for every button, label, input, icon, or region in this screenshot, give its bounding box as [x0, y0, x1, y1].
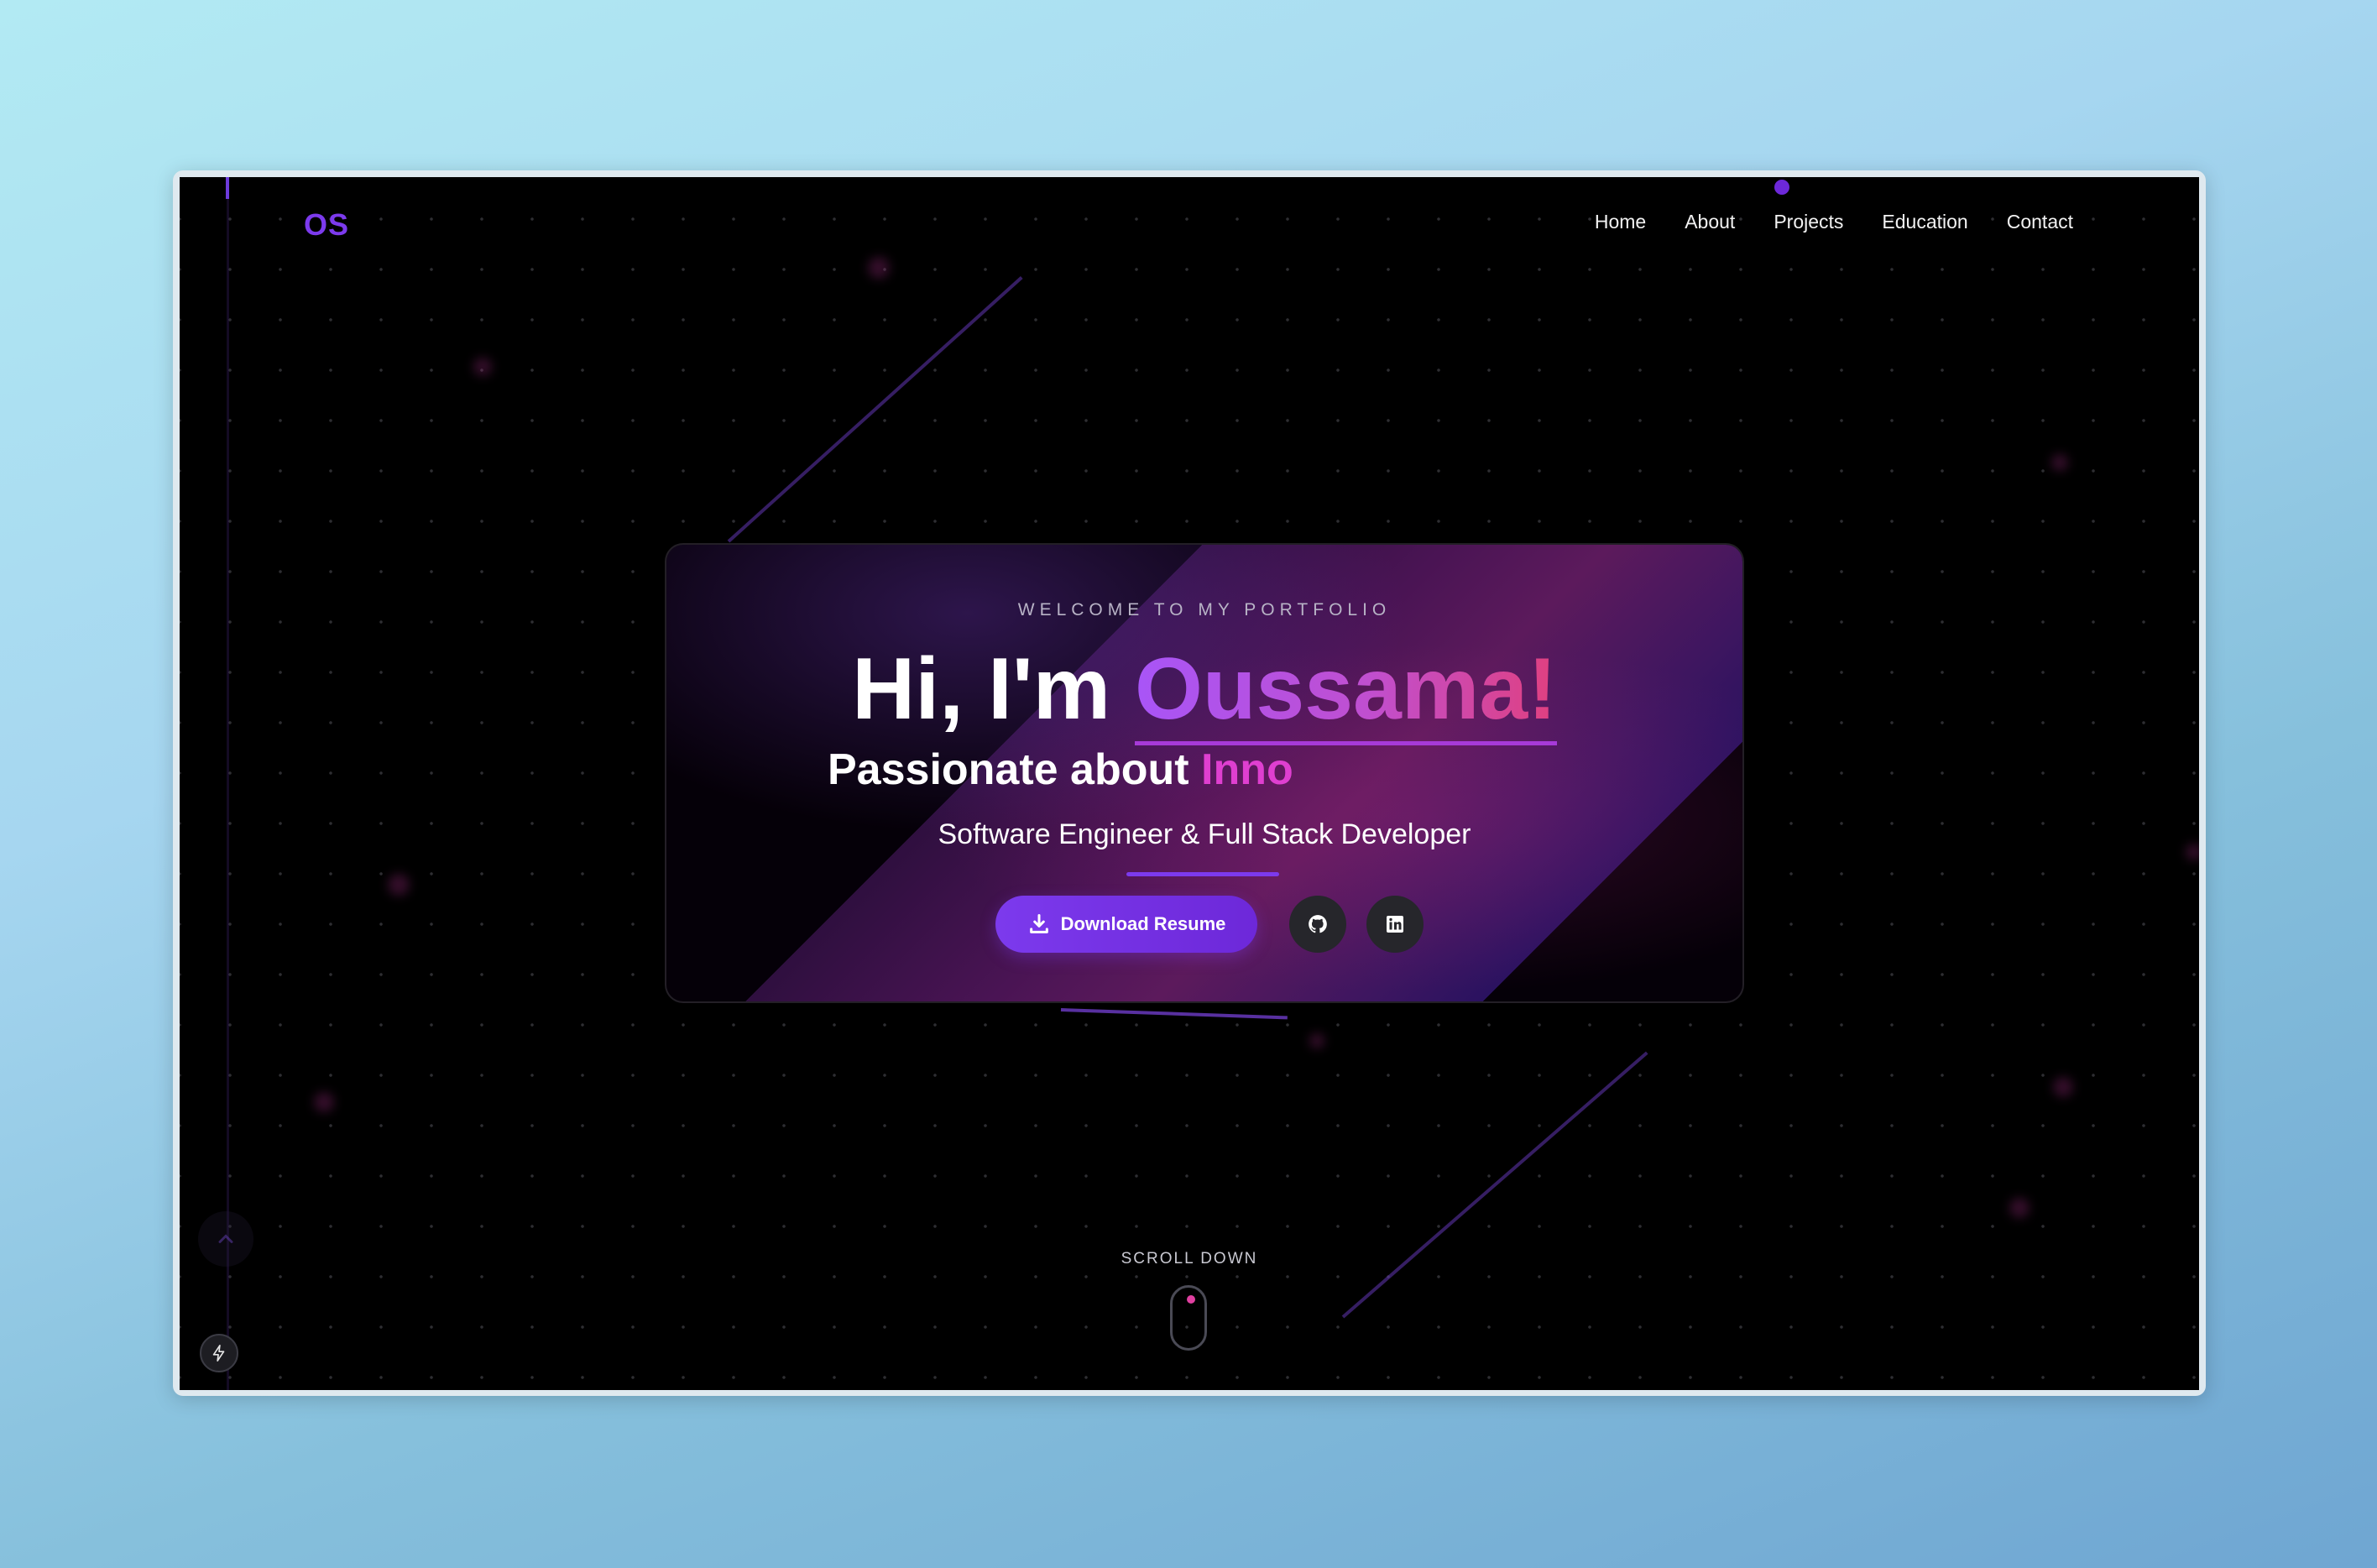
lightning-icon — [212, 1345, 225, 1362]
download-resume-button[interactable]: Download Resume — [995, 896, 1257, 953]
decor-glow — [314, 1092, 334, 1112]
scroll-mouse-dot — [1187, 1295, 1195, 1304]
decor-glow — [388, 874, 410, 896]
theme-toggle-button[interactable] — [200, 1334, 238, 1372]
decor-glow — [1309, 1033, 1324, 1048]
linkedin-button[interactable] — [1366, 896, 1424, 953]
hero-divider — [1126, 872, 1279, 876]
nav-about[interactable]: About — [1685, 211, 1735, 233]
linkedin-icon — [1387, 916, 1403, 933]
scroll-to-top-button[interactable] — [198, 1211, 253, 1267]
decor-glow — [2009, 1198, 2030, 1218]
hero-card: WELCOME TO MY PORTFOLIO Hi, I'm Oussama!… — [665, 543, 1744, 1003]
nav-projects[interactable]: Projects — [1774, 211, 1843, 233]
chevron-up-icon — [218, 1234, 233, 1243]
decor-line — [727, 276, 1023, 543]
decor-glow — [473, 358, 492, 376]
page-viewport: OS Home About Projects Education Contact… — [180, 177, 2199, 1390]
github-icon — [1309, 915, 1327, 933]
site-logo[interactable]: OS — [304, 207, 349, 243]
decor-glow — [2186, 844, 2199, 860]
decor-glow — [2051, 454, 2068, 471]
decor-line — [1341, 1051, 1648, 1319]
scroll-progress-rail — [227, 177, 229, 1390]
greeting-prefix: Hi, I'm — [852, 640, 1135, 738]
decor-glow — [2053, 1077, 2073, 1097]
nav-education[interactable]: Education — [1882, 211, 1967, 233]
scroll-down-label: SCROLL DOWN — [1121, 1250, 1258, 1267]
scroll-mouse-icon[interactable] — [1170, 1285, 1207, 1351]
welcome-label: WELCOME TO MY PORTFOLIO — [1017, 600, 1392, 619]
decor-line — [1060, 1008, 1288, 1020]
hero-role: Software Engineer & Full Stack Developer — [938, 818, 1471, 850]
passion-prefix: Passionate about — [828, 745, 1201, 794]
nav-contact[interactable]: Contact — [2007, 211, 2073, 233]
nav-indicator-dot — [1774, 180, 1789, 195]
hero-passion: Passionate about Inno — [828, 745, 1293, 795]
decor-glow — [868, 257, 890, 279]
download-resume-label: Download Resume — [1060, 913, 1226, 934]
scroll-progress-indicator — [226, 177, 229, 199]
hero-name: Oussama! — [1134, 640, 1557, 745]
nav-home[interactable]: Home — [1595, 211, 1646, 233]
github-button[interactable] — [1289, 896, 1346, 953]
download-icon — [1029, 913, 1048, 933]
hero-title: Hi, I'm Oussama! — [666, 637, 1742, 745]
main-nav: Home About Projects Education Contact — [1595, 211, 2073, 233]
passion-typed-text: Inno — [1201, 745, 1293, 794]
